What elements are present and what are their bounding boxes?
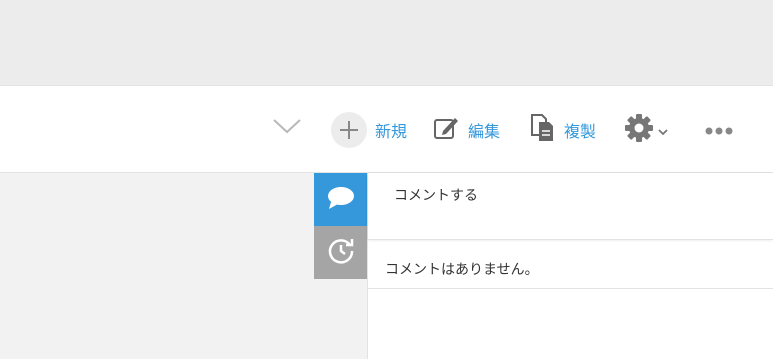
gear-icon <box>624 113 654 147</box>
new-record-button[interactable]: 新規 <box>331 112 407 148</box>
new-record-label: 新規 <box>375 122 408 141</box>
comment-list-divider <box>368 288 773 289</box>
record-toolbar: 新規 編集 複製 <box>0 85 773 173</box>
document-copy-icon <box>530 113 556 147</box>
empty-comments-message: コメントはありません。 <box>385 262 539 278</box>
comment-input-placeholder: コメントする <box>394 188 478 204</box>
chevron-down-small-icon <box>658 121 668 140</box>
copy-record-button[interactable]: 複製 <box>530 112 596 148</box>
top-header-band <box>0 0 773 85</box>
comment-panel: コメントする コメントはありません。 <box>367 173 773 359</box>
comment-divider <box>368 239 773 240</box>
history-icon <box>326 236 356 270</box>
plus-icon <box>331 112 367 148</box>
edit-record-label: 編集 <box>468 122 501 141</box>
speech-bubble-icon <box>327 186 355 214</box>
edit-record-button[interactable]: 編集 <box>432 112 500 148</box>
copy-record-label: 複製 <box>564 122 597 141</box>
history-tab[interactable] <box>314 226 367 279</box>
more-dots-icon <box>704 121 734 140</box>
comment-input[interactable]: コメントする <box>368 173 773 239</box>
chevron-down-icon[interactable] <box>272 116 302 136</box>
settings-button[interactable] <box>624 112 668 148</box>
comment-tab[interactable] <box>314 173 367 226</box>
pencil-square-icon <box>432 114 460 146</box>
more-options-button[interactable] <box>704 112 734 148</box>
